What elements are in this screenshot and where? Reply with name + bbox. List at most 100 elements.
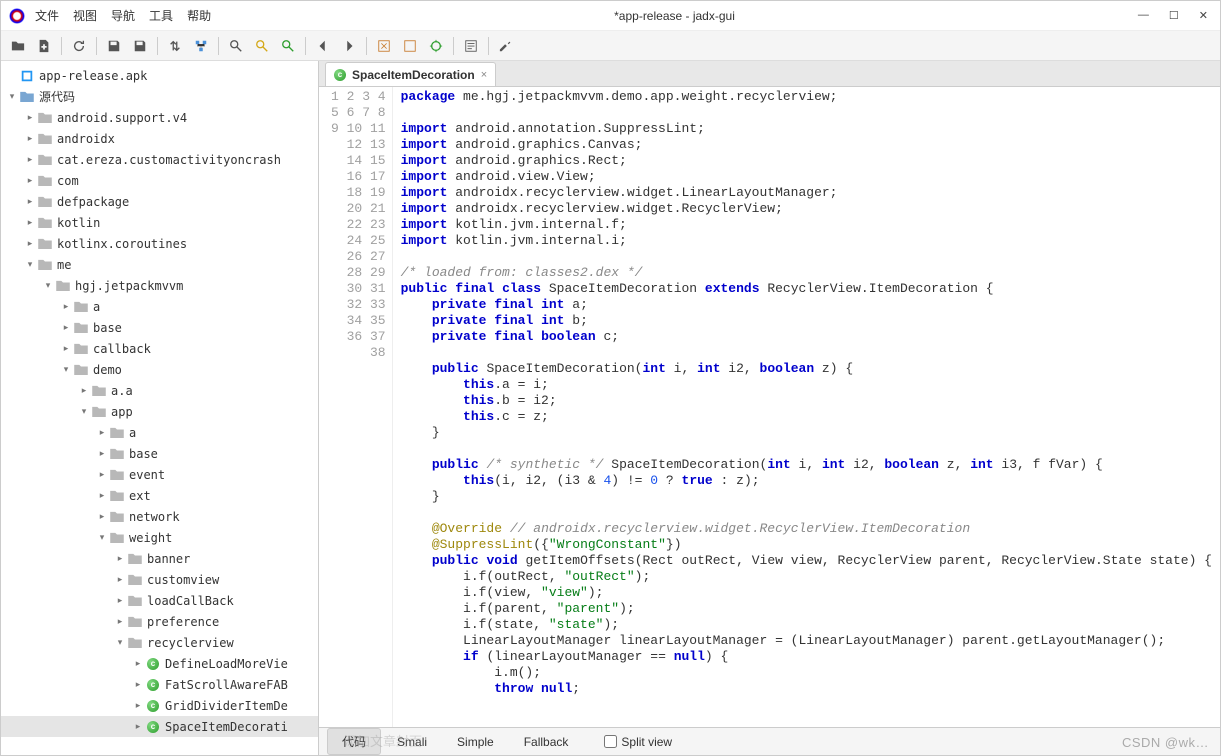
tree-pkg[interactable]: ▸ a — [1, 422, 318, 443]
twisty-icon[interactable]: ▸ — [113, 552, 127, 566]
twisty-icon[interactable]: ▸ — [95, 426, 109, 440]
twisty-icon[interactable]: ▾ — [77, 405, 91, 419]
sync-icon[interactable] — [164, 35, 186, 57]
twisty-icon[interactable]: ▸ — [23, 132, 37, 146]
twisty-icon[interactable]: ▸ — [23, 174, 37, 188]
split-view-checkbox[interactable]: Split view — [604, 735, 672, 749]
tree-src[interactable]: ▾ 源代码 — [1, 86, 318, 107]
menu-view[interactable]: 视图 — [73, 7, 97, 24]
tree-pkg[interactable]: ▸ kotlinx.coroutines — [1, 233, 318, 254]
tree-pkg[interactable]: ▸ customview — [1, 569, 318, 590]
minimize-button[interactable]: — — [1138, 9, 1149, 22]
twisty-icon[interactable]: ▾ — [23, 258, 37, 272]
tree-pkg[interactable]: ▸ android.support.v4 — [1, 107, 318, 128]
refresh-icon[interactable] — [68, 35, 90, 57]
twisty-icon[interactable]: ▸ — [131, 657, 145, 671]
tree-pkg[interactable]: ▾ demo — [1, 359, 318, 380]
forward-icon[interactable] — [338, 35, 360, 57]
twisty-icon[interactable]: ▸ — [59, 300, 73, 314]
tab-close-icon[interactable]: × — [481, 69, 487, 81]
code-editor[interactable]: 1 2 3 4 5 6 7 8 9 10 11 12 13 14 15 16 1… — [319, 87, 1220, 727]
tree-pkg[interactable]: ▾ hgj.jetpackmvvm — [1, 275, 318, 296]
search-icon[interactable] — [225, 35, 247, 57]
twisty-icon[interactable]: ▸ — [113, 594, 127, 608]
tree-pkg[interactable]: ▸ callback — [1, 338, 318, 359]
structure-icon[interactable] — [190, 35, 212, 57]
tree-label: android.support.v4 — [57, 111, 187, 125]
tree-pkg[interactable]: ▾ weight — [1, 527, 318, 548]
sidebar-tree[interactable]: app-release.apk ▾ 源代码 ▸ android.support.… — [1, 61, 319, 755]
window: 文件 视图 导航 工具 帮助 *app-release - jadx-gui —… — [0, 0, 1221, 756]
debug-icon[interactable] — [425, 35, 447, 57]
menu-help[interactable]: 帮助 — [187, 7, 211, 24]
tab-fallback[interactable]: Fallback — [510, 731, 583, 753]
twisty-icon[interactable]: ▸ — [113, 615, 127, 629]
tree-class[interactable]: ▸ c DefineLoadMoreVie — [1, 653, 318, 674]
tree-root[interactable]: app-release.apk — [1, 65, 318, 86]
maximize-button[interactable]: ☐ — [1169, 9, 1179, 22]
back-icon[interactable] — [312, 35, 334, 57]
twisty-icon[interactable]: ▾ — [113, 636, 127, 650]
tree-pkg[interactable]: ▸ ext — [1, 485, 318, 506]
menu-tools[interactable]: 工具 — [149, 7, 173, 24]
tree-class[interactable]: ▸ c FatScrollAwareFAB — [1, 674, 318, 695]
twisty-icon[interactable]: ▸ — [23, 195, 37, 209]
twisty-icon[interactable]: ▸ — [59, 321, 73, 335]
twisty-icon[interactable]: ▸ — [59, 342, 73, 356]
twisty-icon[interactable]: ▾ — [95, 531, 109, 545]
twisty-icon[interactable]: ▾ — [41, 279, 55, 293]
twisty-icon[interactable]: ▸ — [95, 468, 109, 482]
tree-pkg[interactable]: ▸ com — [1, 170, 318, 191]
editor-tab[interactable]: c SpaceItemDecoration × — [325, 62, 496, 86]
tree-pkg[interactable]: ▸ preference — [1, 611, 318, 632]
tree-pkg[interactable]: ▸ a.a — [1, 380, 318, 401]
settings-icon[interactable] — [495, 35, 517, 57]
tree-pkg[interactable]: ▸ base — [1, 317, 318, 338]
open-icon[interactable] — [7, 35, 29, 57]
save-icon[interactable] — [103, 35, 125, 57]
tree-class[interactable]: ▸ c GridDividerItemDe — [1, 695, 318, 716]
add-file-icon[interactable] — [33, 35, 55, 57]
twisty-icon[interactable]: ▸ — [23, 237, 37, 251]
tree-pkg[interactable]: ▸ androidx — [1, 128, 318, 149]
close-button[interactable]: ✕ — [1199, 9, 1208, 22]
tree-pkg[interactable]: ▸ kotlin — [1, 212, 318, 233]
twisty-icon[interactable]: ▾ — [5, 90, 19, 104]
apk-icon — [19, 69, 35, 83]
twisty-icon[interactable]: ▸ — [113, 573, 127, 587]
twisty-icon[interactable]: ▸ — [77, 384, 91, 398]
tree-pkg[interactable]: ▸ cat.ereza.customactivityoncrash — [1, 149, 318, 170]
save-all-icon[interactable] — [129, 35, 151, 57]
search-green-icon[interactable] — [277, 35, 299, 57]
menu-nav[interactable]: 导航 — [111, 7, 135, 24]
twisty-icon[interactable]: ▸ — [131, 678, 145, 692]
twisty-icon[interactable]: ▸ — [131, 720, 145, 734]
log-icon[interactable] — [460, 35, 482, 57]
tree-pkg[interactable]: ▸ event — [1, 464, 318, 485]
tree-pkg[interactable]: ▸ base — [1, 443, 318, 464]
tree-pkg[interactable]: ▸ banner — [1, 548, 318, 569]
twisty-icon[interactable]: ▸ — [131, 699, 145, 713]
twisty-icon[interactable]: ▸ — [23, 216, 37, 230]
quark-icon[interactable] — [399, 35, 421, 57]
tree-pkg[interactable]: ▸ a — [1, 296, 318, 317]
tree-pkg[interactable]: ▸ loadCallBack — [1, 590, 318, 611]
tree-class[interactable]: ▸ c SpaceItemDecorati — [1, 716, 318, 737]
twisty-icon[interactable]: ▸ — [95, 447, 109, 461]
tree-pkg[interactable]: ▸ network — [1, 506, 318, 527]
tree-pkg[interactable]: ▸ defpackage — [1, 191, 318, 212]
deobf-icon[interactable] — [373, 35, 395, 57]
twisty-icon[interactable]: ▸ — [95, 489, 109, 503]
tree-pkg[interactable]: ▾ me — [1, 254, 318, 275]
twisty-icon[interactable]: ▾ — [59, 363, 73, 377]
twisty-icon[interactable]: ▸ — [23, 111, 37, 125]
tree-pkg[interactable]: ▾ recyclerview — [1, 632, 318, 653]
tree-pkg[interactable]: ▾ app — [1, 401, 318, 422]
twisty-icon[interactable]: ▸ — [23, 153, 37, 167]
twisty-icon[interactable] — [5, 69, 19, 83]
twisty-icon[interactable]: ▸ — [95, 510, 109, 524]
search-highlight-icon[interactable] — [251, 35, 273, 57]
menu-file[interactable]: 文件 — [35, 7, 59, 24]
tab-simple[interactable]: Simple — [443, 731, 508, 753]
split-view-input[interactable] — [604, 735, 617, 748]
